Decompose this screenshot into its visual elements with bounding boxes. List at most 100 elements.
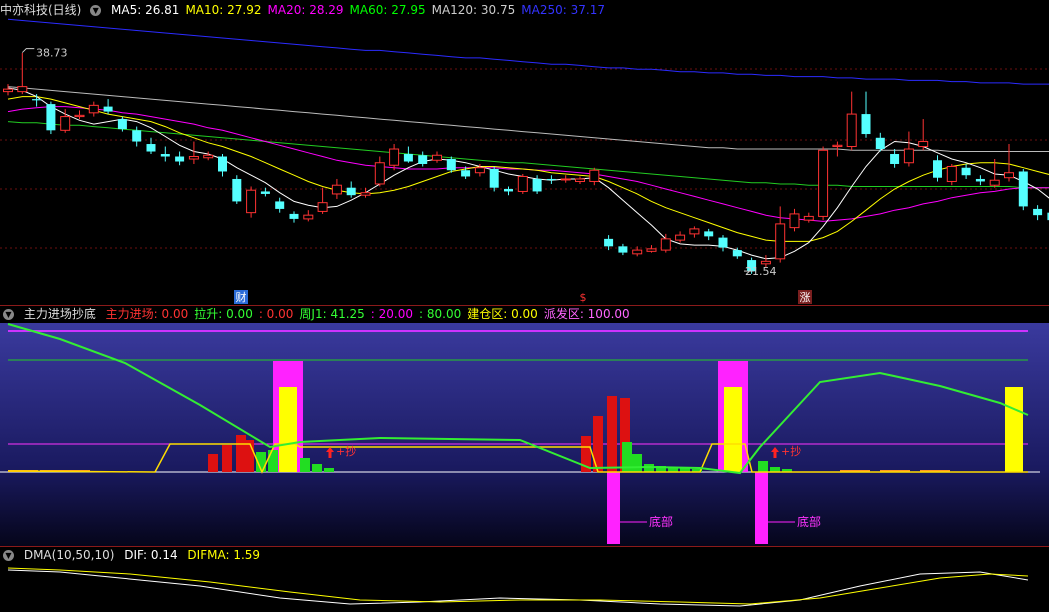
build-zone-bar — [279, 387, 297, 472]
bottom-label: 底部 — [797, 514, 821, 529]
indicator-label: : 0.00 — [258, 307, 294, 321]
ma250-line — [7, 18, 1049, 85]
candle-body — [890, 154, 900, 164]
candle-body — [418, 155, 428, 164]
candle-body — [389, 148, 400, 166]
indicator-chart[interactable]: 底部 底部 +抄 +抄 — [0, 323, 1049, 546]
candle-body — [474, 167, 485, 174]
high-pointer — [21, 48, 35, 53]
candle-body — [989, 179, 1000, 186]
candle-body — [1004, 172, 1014, 179]
candle-body — [975, 178, 985, 182]
candle-body — [732, 250, 742, 257]
dma-title: DMA(10,50,10) — [23, 548, 115, 562]
candle-body — [203, 154, 214, 159]
indicator-label: 派发区: 100.00 — [543, 307, 630, 321]
candle-body — [160, 154, 170, 157]
lift-bar — [268, 450, 278, 472]
candle-body — [704, 231, 714, 237]
candle-body — [246, 189, 257, 214]
candle-body — [60, 116, 71, 131]
ma20-line — [7, 106, 1049, 222]
main-entry-bar — [607, 396, 617, 472]
dma-dif: DIF: 0.14 — [124, 548, 178, 562]
buy-signal-label: +抄 — [781, 444, 801, 458]
indicator-label: 主力进场: 0.00 — [105, 307, 189, 321]
candle-body — [360, 192, 371, 196]
event-marker[interactable]: 财 — [236, 290, 247, 304]
candle-body — [446, 159, 456, 171]
indicator-label: 建仓区: 0.00 — [467, 307, 538, 321]
candle-body — [103, 106, 113, 112]
candle-body — [489, 168, 499, 188]
candle-body — [74, 114, 85, 118]
event-marker[interactable]: 涨 — [800, 291, 811, 304]
buy-signal-label: +抄 — [336, 444, 356, 458]
candle-body — [789, 213, 800, 229]
ma-label: MA5: 26.81 — [111, 3, 180, 17]
ma-label: MA250: 37.17 — [521, 3, 605, 17]
dma-difma: DIFMA: 1.59 — [187, 548, 261, 562]
price-chart[interactable]: 38.73 21.54 财 $ 涨 — [0, 18, 1049, 305]
candle-body — [461, 170, 471, 177]
candle-body — [117, 119, 127, 130]
candle-body — [589, 169, 600, 182]
candle-body — [689, 228, 700, 235]
bottom-bar — [607, 472, 620, 544]
candle-body — [861, 114, 871, 135]
candle-body — [775, 223, 786, 260]
candle-body — [218, 156, 227, 172]
dma-header: ▼ DMA(10,50,10) DIF: 0.14 DIFMA: 1.59 — [0, 546, 266, 564]
dma-chart[interactable] — [0, 564, 1049, 612]
lift-bar — [300, 458, 310, 472]
indicator-title: 主力进场抄底 — [23, 307, 96, 321]
candle-body — [846, 113, 857, 148]
candle-body — [632, 249, 643, 255]
candle-body — [403, 154, 413, 162]
bottom-bar — [755, 472, 768, 544]
candle-body — [331, 184, 342, 195]
main-entry-bar — [244, 440, 254, 472]
dif-line — [7, 569, 1029, 607]
indicator-label: : 80.00 — [419, 307, 462, 321]
candle-body — [188, 156, 199, 160]
chevron-down-icon[interactable]: ▼ — [3, 309, 14, 320]
ma-label: MA60: 27.95 — [349, 3, 426, 17]
bottom-label: 底部 — [649, 514, 673, 529]
candle-body — [3, 88, 13, 93]
candle-body — [933, 160, 942, 178]
ma-label: MA20: 28.29 — [267, 3, 344, 17]
main-entry-bar — [593, 416, 603, 472]
candle-body — [903, 148, 914, 164]
candle-body — [560, 178, 571, 181]
candle-body — [517, 175, 528, 192]
candle-body — [532, 178, 542, 192]
stock-title: 中亦科技(日线) — [0, 3, 82, 17]
chevron-down-icon[interactable]: ▼ — [90, 5, 102, 16]
indicator-header: ▼ 主力进场抄底 主力进场: 0.00 拉升: 0.00: 0.00 周J1: 41… — [0, 305, 642, 323]
candle-body — [946, 165, 957, 182]
event-marker[interactable]: $ — [580, 291, 587, 304]
ma-label: MA120: 30.75 — [431, 3, 516, 17]
candle-body — [918, 141, 929, 148]
build-zone-bar — [724, 387, 742, 472]
candle-body — [1018, 171, 1028, 207]
low-label: 21.54 — [745, 265, 777, 278]
chevron-down-icon[interactable]: ▼ — [3, 550, 14, 561]
ma10-line — [7, 96, 1049, 242]
build-zone-bar — [1005, 387, 1023, 472]
ma5-line — [7, 87, 1049, 260]
candle-body — [875, 137, 885, 150]
candle-body — [88, 104, 99, 114]
candle-body — [146, 144, 156, 152]
candle-body — [504, 188, 513, 192]
lift-bar — [312, 464, 322, 472]
indicator-label: : 20.00 — [370, 307, 414, 321]
ma-label: MA10: 27.92 — [185, 3, 262, 17]
candle-body — [32, 99, 42, 101]
candle-body — [232, 178, 242, 202]
indicator-label: 周J1: 41.25 — [299, 307, 365, 321]
candle-body — [818, 149, 829, 217]
candle-body — [46, 104, 56, 131]
main-entry-bar — [208, 454, 218, 472]
